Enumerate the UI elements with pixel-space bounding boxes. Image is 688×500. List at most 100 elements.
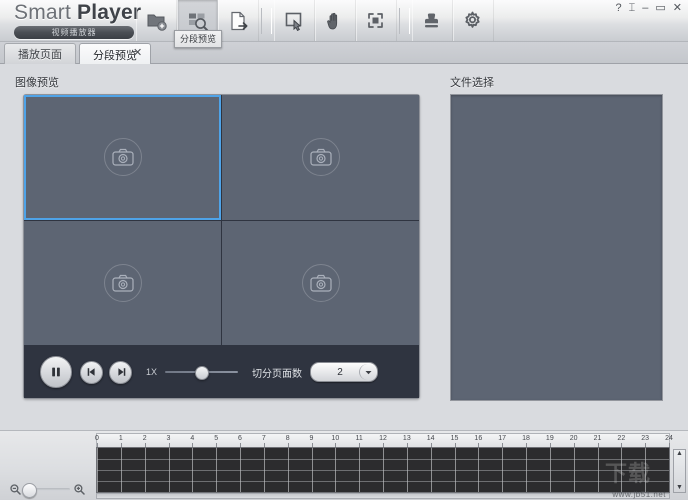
tab-playback-page[interactable]: 播放页面 [4,43,76,64]
watermark-text: 下载 [605,456,651,488]
ruler-tick-label: 24 [665,435,673,442]
file-selection-panel[interactable] [450,94,663,401]
pin-button[interactable]: ⌶ [629,3,636,14]
ruler-tick-label: 17 [498,435,506,442]
ruler-tick-label: 23 [641,435,649,442]
file-selection-label: 文件选择 [450,74,494,90]
title-toolbar: Smart Player 视频播放器 [0,0,688,42]
tab-segment-preview-label: 分段预览 [93,47,137,63]
timeline-track-divider [97,470,669,471]
stamp-tool-button[interactable] [412,0,453,41]
ruler-tick-label: 7 [262,435,266,442]
ruler-tick-label: 15 [451,435,459,442]
logo-subtitle: 视频播放器 [14,26,134,39]
logo-bold-text: Player [77,1,141,24]
pointer-select-icon [284,11,306,31]
preview-cell-2[interactable] [222,95,419,220]
playback-speed-label: 1X [146,367,157,377]
ruler-tick-label: 20 [570,435,578,442]
camera-icon [310,274,332,292]
ruler-tick-label: 6 [238,435,242,442]
gear-icon [463,11,485,31]
ruler-tick-label: 4 [190,435,194,442]
timeline-area: 0123456789101112131415161718192021222324… [0,430,688,500]
timeline-track-divider [97,459,669,460]
close-button[interactable]: ✕ [673,3,682,14]
zoom-out-icon[interactable] [10,484,21,495]
tab-playback-page-label: 播放页面 [18,46,62,62]
ruler-tick-label: 13 [403,435,411,442]
ruler-tick-label: 8 [286,435,290,442]
toolbar-separator-1 [261,8,272,34]
ruler-tick-label: 5 [214,435,218,442]
toolbar-separator-2 [399,8,410,34]
zoom-in-icon[interactable] [74,484,85,495]
camera-icon [112,274,134,292]
camera-icon [112,148,134,166]
ruler-tick-label: 18 [522,435,530,442]
timeline-gridline [669,448,670,492]
step-forward-button[interactable] [109,361,132,384]
split-count-dropdown[interactable]: 2 [310,362,378,382]
camera-placeholder [302,138,340,176]
ruler-tick-label: 11 [356,435,363,442]
scroll-up-icon[interactable]: ▲ [676,450,683,458]
pan-tool-button[interactable] [315,0,356,41]
grid-search-icon [187,11,209,31]
timeline-tracks[interactable]: 下载 [96,447,670,493]
pause-icon [50,366,62,378]
playback-controls: 1X 切分页面数 2 [24,346,419,398]
preview-cell-1[interactable] [24,95,221,220]
minimize-button[interactable]: – [642,3,648,14]
select-tool-button[interactable] [274,0,315,41]
window-controls: ? ⌶ – ▭ ✕ [616,3,682,14]
preview-cell-3[interactable] [24,221,221,346]
ruler-tick-label: 2 [143,435,147,442]
open-folder-button[interactable] [136,0,177,41]
maximize-button[interactable]: ▭ [655,3,665,14]
help-button[interactable]: ? [616,3,622,14]
speed-slider-thumb[interactable] [195,366,209,380]
preview-grid [24,95,419,345]
app-logo: Smart Player 视频播放器 [14,1,138,41]
preview-panel: 1X 切分页面数 2 [23,94,420,399]
export-file-button[interactable] [218,0,259,41]
step-backward-button[interactable] [80,361,103,384]
camera-placeholder [302,264,340,302]
settings-button[interactable] [453,0,494,41]
ruler-tick-label: 22 [617,435,625,442]
step-forward-icon [115,367,127,377]
preview-cell-4[interactable] [222,221,419,346]
zoom-slider-thumb[interactable] [22,483,37,498]
camera-icon [310,148,332,166]
logo-light-text: Smart [14,1,77,24]
fit-screen-icon [366,11,388,31]
ruler-tick-label: 21 [594,435,602,442]
pause-button[interactable] [40,356,72,388]
timeline-horizontal-scrollbar[interactable] [96,493,670,499]
watermark-url: www.jb51.net [612,490,666,499]
tab-close-icon[interactable]: ✕ [133,46,142,59]
ruler-tick-label: 19 [546,435,554,442]
ruler-tick-label: 10 [331,435,339,442]
file-export-icon [228,11,250,31]
timeline-vertical-nav[interactable]: ▲ ▼ [673,449,686,493]
ruler-tick-label: 1 [119,435,123,442]
ruler-tick-label: 0 [95,435,99,442]
timeline-track-divider [97,481,669,482]
tab-strip: 播放页面 分段预览 [0,42,688,64]
folder-add-icon [146,11,168,31]
scroll-down-icon[interactable]: ▼ [676,484,683,492]
fit-screen-button[interactable] [356,0,397,41]
toolbar-tooltip: 分段预览 [174,30,222,48]
chevron-down-icon[interactable] [359,364,376,380]
ruler-tick-label: 9 [310,435,314,442]
timeline-zoom-slider[interactable] [10,481,88,497]
ruler-tick-label: 14 [427,435,435,442]
ruler-tick-label: 12 [379,435,387,442]
split-count-label: 切分页面数 [252,365,302,380]
hand-icon [325,11,347,31]
speed-slider[interactable] [165,365,238,379]
step-backward-icon [86,367,98,377]
timeline-ruler[interactable]: 0123456789101112131415161718192021222324 [96,433,670,447]
